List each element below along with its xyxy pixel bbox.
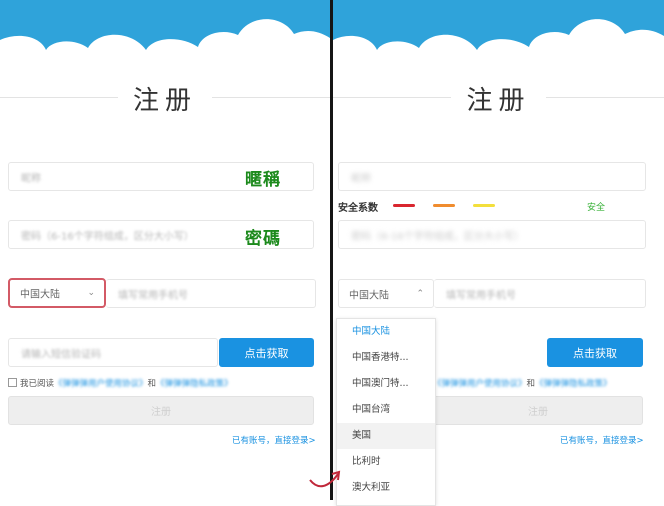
sms-code-input[interactable]: 请输入短信验证码	[8, 338, 218, 367]
cloud-header	[0, 0, 330, 50]
login-link[interactable]: 已有账号，直接登录>	[232, 434, 316, 446]
dropdown-option[interactable]: 中国澳门特...	[337, 371, 435, 397]
region-select-value: 中国大陆	[349, 290, 389, 301]
login-link[interactable]: 已有账号，直接登录>	[560, 434, 644, 446]
cloud-header	[333, 0, 664, 50]
agreement-row: 《弹弹弹用户使用协议》和《弹弹弹隐私政策》	[433, 377, 612, 389]
phone-input[interactable]: 填写常用手机号	[434, 279, 646, 308]
nickname-annotation: 暱稱	[245, 170, 281, 190]
phone-input[interactable]: 填写常用手机号	[106, 279, 316, 308]
region-select[interactable]: 中国大陆 ⌄	[8, 278, 106, 308]
page-title: 注册	[132, 86, 197, 116]
dropdown-option[interactable]: 比利时	[337, 449, 435, 475]
password-value: 密码（6-16个字符组成，区分大小写）	[351, 231, 524, 242]
privacy-policy-link[interactable]: 《弹弹弹隐私政策》	[535, 379, 612, 389]
dropdown-option[interactable]: 中国香港特...	[337, 345, 435, 371]
phone-placeholder: 填写常用手机号	[446, 290, 516, 301]
password-input[interactable]: 密码（6-16个字符组成，区分大小写）	[338, 220, 646, 249]
region-dropdown-list: 中国大陆 中国香港特... 中国澳门特... 中国台湾 美国 比利时 澳大利亚	[336, 318, 436, 506]
dropdown-option[interactable]: 中国台湾	[337, 397, 435, 423]
page-title: 注册	[466, 86, 531, 116]
register-button[interactable]: 注册	[8, 396, 314, 425]
nickname-value: 昵称	[351, 173, 371, 184]
register-button[interactable]: 注册	[433, 396, 643, 425]
strength-label: 安全系数	[338, 203, 378, 214]
chevron-up-icon: ⌃	[416, 288, 424, 299]
strength-bar-weak	[393, 204, 415, 207]
user-agreement-link[interactable]: 《弹弹弹用户使用协议》	[54, 379, 148, 389]
privacy-policy-link[interactable]: 《弹弹弹隐私政策》	[156, 379, 233, 389]
dropdown-option[interactable]: 中国大陆	[337, 319, 435, 345]
get-code-button[interactable]: 点击获取	[547, 338, 643, 367]
nickname-input[interactable]: 昵称	[338, 162, 646, 191]
strength-bar-medium	[433, 204, 455, 207]
agree-and: 和	[147, 379, 157, 389]
nickname-placeholder: 昵称	[21, 173, 41, 184]
agreement-row: 我已阅读《弹弹弹用户使用协议》和《弹弹弹隐私政策》	[8, 377, 233, 389]
password-placeholder: 密码（6-16个字符组成，区分大小写）	[21, 231, 194, 242]
password-annotation: 密碼	[245, 229, 281, 249]
sms-code-placeholder: 请输入短信验证码	[21, 349, 101, 360]
strength-bar-strong	[473, 204, 495, 207]
chevron-down-icon: ⌄	[87, 288, 95, 298]
region-select-value: 中国大陆	[20, 289, 60, 301]
dropdown-option[interactable]: 美国	[337, 423, 435, 449]
agree-prefix: 我已阅读	[20, 379, 55, 389]
get-code-button[interactable]: 点击获取	[219, 338, 314, 367]
agree-checkbox[interactable]	[8, 378, 17, 387]
user-agreement-link[interactable]: 《弹弹弹用户使用协议》	[433, 379, 527, 389]
strength-safe-label: 安全	[587, 203, 606, 213]
dropdown-option[interactable]: 澳大利亚	[337, 475, 435, 501]
phone-placeholder: 填写常用手机号	[118, 290, 188, 301]
left-panel: 注册 昵称 暱稱 密码（6-16个字符组成，区分大小写） 密碼 中国大陆 ⌄ 填…	[0, 0, 330, 500]
annotation-arrow-icon	[309, 470, 341, 488]
agree-and: 和	[526, 379, 536, 389]
region-select[interactable]: 中国大陆 ⌃	[338, 279, 434, 308]
